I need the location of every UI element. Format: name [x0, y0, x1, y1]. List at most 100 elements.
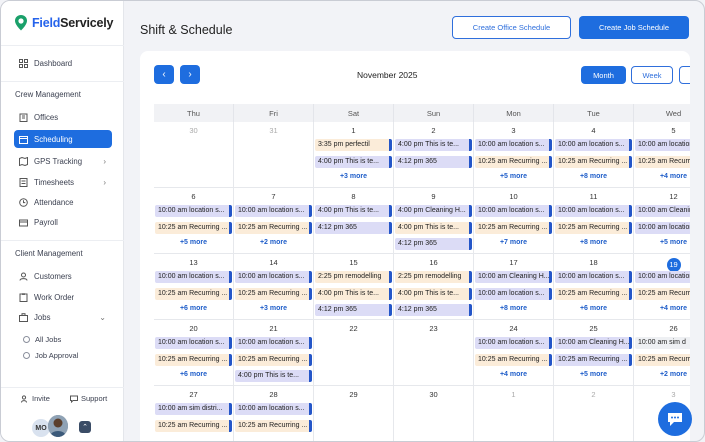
more-events-link[interactable]: +4 more [634, 173, 690, 180]
event-chip[interactable]: 10:00 am location s... [475, 287, 552, 300]
more-events-link[interactable]: +5 more [154, 239, 233, 246]
more-events-link[interactable]: +8 more [554, 239, 633, 246]
nav-work-order[interactable]: Work Order [14, 288, 112, 306]
more-events-link[interactable]: +8 more [474, 305, 553, 312]
event-chip[interactable]: 10:25 am Recurring ... [555, 155, 632, 168]
day-cell[interactable]: 2 4:00 pm This is te... 4:12 pm 365 [394, 122, 474, 188]
event-chip[interactable]: 4:00 pm This is te... [315, 205, 392, 217]
day-cell[interactable]: 31 [234, 122, 314, 188]
more-events-link[interactable]: +2 more [234, 239, 313, 246]
day-cell[interactable]: 28 10:00 am location s... 10:25 am Recurri… [234, 386, 314, 441]
more-events-link[interactable]: +2 more [634, 371, 690, 378]
nav-all-jobs[interactable]: All Jobs [23, 335, 61, 344]
event-chip[interactable]: 4:00 pm Cleaning H... [395, 205, 472, 217]
event-chip[interactable]: 4:00 pm This is te... [315, 287, 392, 300]
brand-logo[interactable]: FieldServicely [14, 15, 113, 31]
nav-jobs[interactable]: Jobs ⌄ [14, 308, 112, 326]
event-chip[interactable]: 10:00 am location s... [155, 205, 232, 217]
support-link[interactable]: Support [69, 394, 107, 403]
collapse-sidebar-button[interactable]: ⌃ [79, 421, 91, 433]
event-chip[interactable]: 4:00 pm This is te... [395, 221, 472, 234]
nav-timesheets[interactable]: Timesheets › [14, 173, 112, 191]
day-cell[interactable]: 14 10:00 am location s... 10:25 am Recurri… [234, 254, 314, 320]
event-chip[interactable]: 10:00 am Cleaning H... [475, 271, 552, 283]
more-events-link[interactable]: +4 more [474, 371, 553, 378]
day-cell[interactable]: 3 10:00 am location s... 10:25 am Recurrin… [474, 122, 554, 188]
nav-job-approval[interactable]: Job Approval [23, 351, 78, 360]
prev-month-button[interactable]: ‹ [154, 65, 174, 84]
event-chip[interactable]: 10:25 am Recurring ... [555, 353, 632, 366]
day-cell[interactable]: 6 10:00 am location s... 10:25 am Recurrin… [154, 188, 234, 254]
nav-scheduling[interactable]: Scheduling [14, 130, 112, 148]
day-cell[interactable]: 1910:00 am location 10:25 am Recurring +4 … [634, 254, 690, 320]
more-events-link[interactable]: +5 more [474, 173, 553, 180]
event-chip[interactable]: 10:00 am location s... [475, 139, 552, 151]
view-day-button[interactable] [679, 66, 690, 84]
day-cell[interactable]: 5 10:00 am location s... 10:25 am Recurrin… [634, 122, 690, 188]
event-chip[interactable]: 10:25 am Recurring [635, 287, 690, 300]
event-chip[interactable]: 4:00 pm This is te... [315, 155, 392, 168]
event-chip[interactable]: 10:00 am location s... [235, 403, 312, 415]
event-chip[interactable]: 10:00 am location s... [235, 337, 312, 349]
event-chip[interactable]: 3:35 pm perfectil [315, 139, 392, 151]
event-chip[interactable]: 4:12 pm 365 [315, 304, 392, 316]
event-chip[interactable]: 10:00 am location s... [475, 337, 552, 349]
event-chip[interactable]: 10:25 am Recurring ... [235, 353, 312, 366]
day-cell[interactable]: 17 10:00 am Cleaning H... 10:00 am locatio… [474, 254, 554, 320]
more-events-link[interactable]: +6 more [154, 305, 233, 312]
event-chip[interactable]: 4:12 pm 365 [395, 304, 472, 316]
event-chip[interactable]: 4:00 pm This is te... [235, 370, 312, 382]
create-office-schedule-button[interactable]: Create Office Schedule [452, 16, 571, 39]
event-chip[interactable]: 10:25 am Recurring ... [475, 155, 552, 168]
event-chip[interactable]: 4:00 pm This is te... [395, 287, 472, 300]
day-cell[interactable]: 15 2:25 pm remodelling 4:00 pm This is te.… [314, 254, 394, 320]
day-cell[interactable]: 16 2:25 pm remodelling 4:00 pm This is te.… [394, 254, 474, 320]
event-chip[interactable]: 4:00 pm This is te... [395, 139, 472, 151]
event-chip[interactable]: 2:25 pm remodelling [395, 271, 472, 283]
event-chip[interactable]: 10:25 am Recurring ... [155, 287, 232, 300]
day-cell[interactable]: 29 [314, 386, 394, 441]
create-job-schedule-button[interactable]: Create Job Schedule [579, 16, 689, 39]
day-cell[interactable]: 27 10:00 am sim distri... 10:25 am Recurri… [154, 386, 234, 441]
day-cell[interactable]: 23 [394, 320, 474, 386]
event-chip[interactable]: 10:00 am location [635, 271, 690, 283]
nav-dashboard[interactable]: Dashboard [14, 54, 112, 72]
event-chip[interactable]: 10:00 am location s... [555, 271, 632, 283]
event-chip[interactable]: 10:00 am location s... [235, 205, 312, 217]
more-events-link[interactable]: +5 more [634, 239, 690, 246]
chat-button[interactable] [658, 402, 692, 436]
event-chip[interactable]: 10:00 am location s... [235, 271, 312, 283]
event-chip[interactable]: 10:00 am location s... [555, 139, 632, 151]
more-events-link[interactable]: +8 more [554, 173, 633, 180]
nav-payroll[interactable]: Payroll [14, 213, 112, 231]
more-events-link[interactable]: +6 more [554, 305, 633, 312]
day-cell[interactable]: 7 10:00 am location s... 10:25 am Recurrin… [234, 188, 314, 254]
day-cell[interactable]: 18 10:00 am location s... 10:25 am Recurri… [554, 254, 634, 320]
day-cell[interactable]: 10 10:00 am location s... 10:25 am Recurri… [474, 188, 554, 254]
day-cell[interactable]: 1 3:35 pm perfectil 4:00 pm This is te... +… [314, 122, 394, 188]
event-chip[interactable]: 10:00 am Cleaning [635, 205, 690, 217]
more-events-link[interactable]: +3 more [314, 173, 393, 180]
event-chip[interactable]: 10:25 am Recurring ... [475, 221, 552, 234]
event-chip[interactable]: 2:25 pm remodelling [315, 271, 392, 283]
more-events-link[interactable]: +6 more [154, 371, 233, 378]
event-chip[interactable]: 4:12 pm 365 [395, 155, 472, 168]
next-month-button[interactable]: › [180, 65, 200, 84]
more-events-link[interactable]: +4 more [634, 305, 690, 312]
event-chip[interactable]: 10:00 am sim d [635, 337, 690, 349]
event-chip[interactable]: 10:00 am location s... [155, 337, 232, 349]
day-cell[interactable]: 30 [394, 386, 474, 441]
day-cell[interactable]: 11 10:00 am location s... 10:25 am Recurri… [554, 188, 634, 254]
event-chip[interactable]: 10:25 am Recurring ... [235, 419, 312, 432]
day-cell[interactable]: 24 10:00 am location s... 10:25 am Recurri… [474, 320, 554, 386]
day-cell[interactable]: 8 4:00 pm This is te... 4:12 pm 365 [314, 188, 394, 254]
event-chip[interactable]: 10:25 am Recurring ... [155, 221, 232, 234]
day-cell[interactable]: 30 [154, 122, 234, 188]
event-chip[interactable]: 10:00 am Cleaning H... [555, 337, 632, 349]
event-chip[interactable]: 10:25 am Recurring ... [555, 221, 632, 234]
event-chip[interactable]: 10:25 am Recurring ... [555, 287, 632, 300]
view-month-button[interactable]: Month [581, 66, 626, 84]
event-chip[interactable]: 4:12 pm 365 [315, 221, 392, 234]
event-chip[interactable]: 4:12 pm 365 [395, 238, 472, 250]
day-cell[interactable]: 2 [554, 386, 634, 441]
